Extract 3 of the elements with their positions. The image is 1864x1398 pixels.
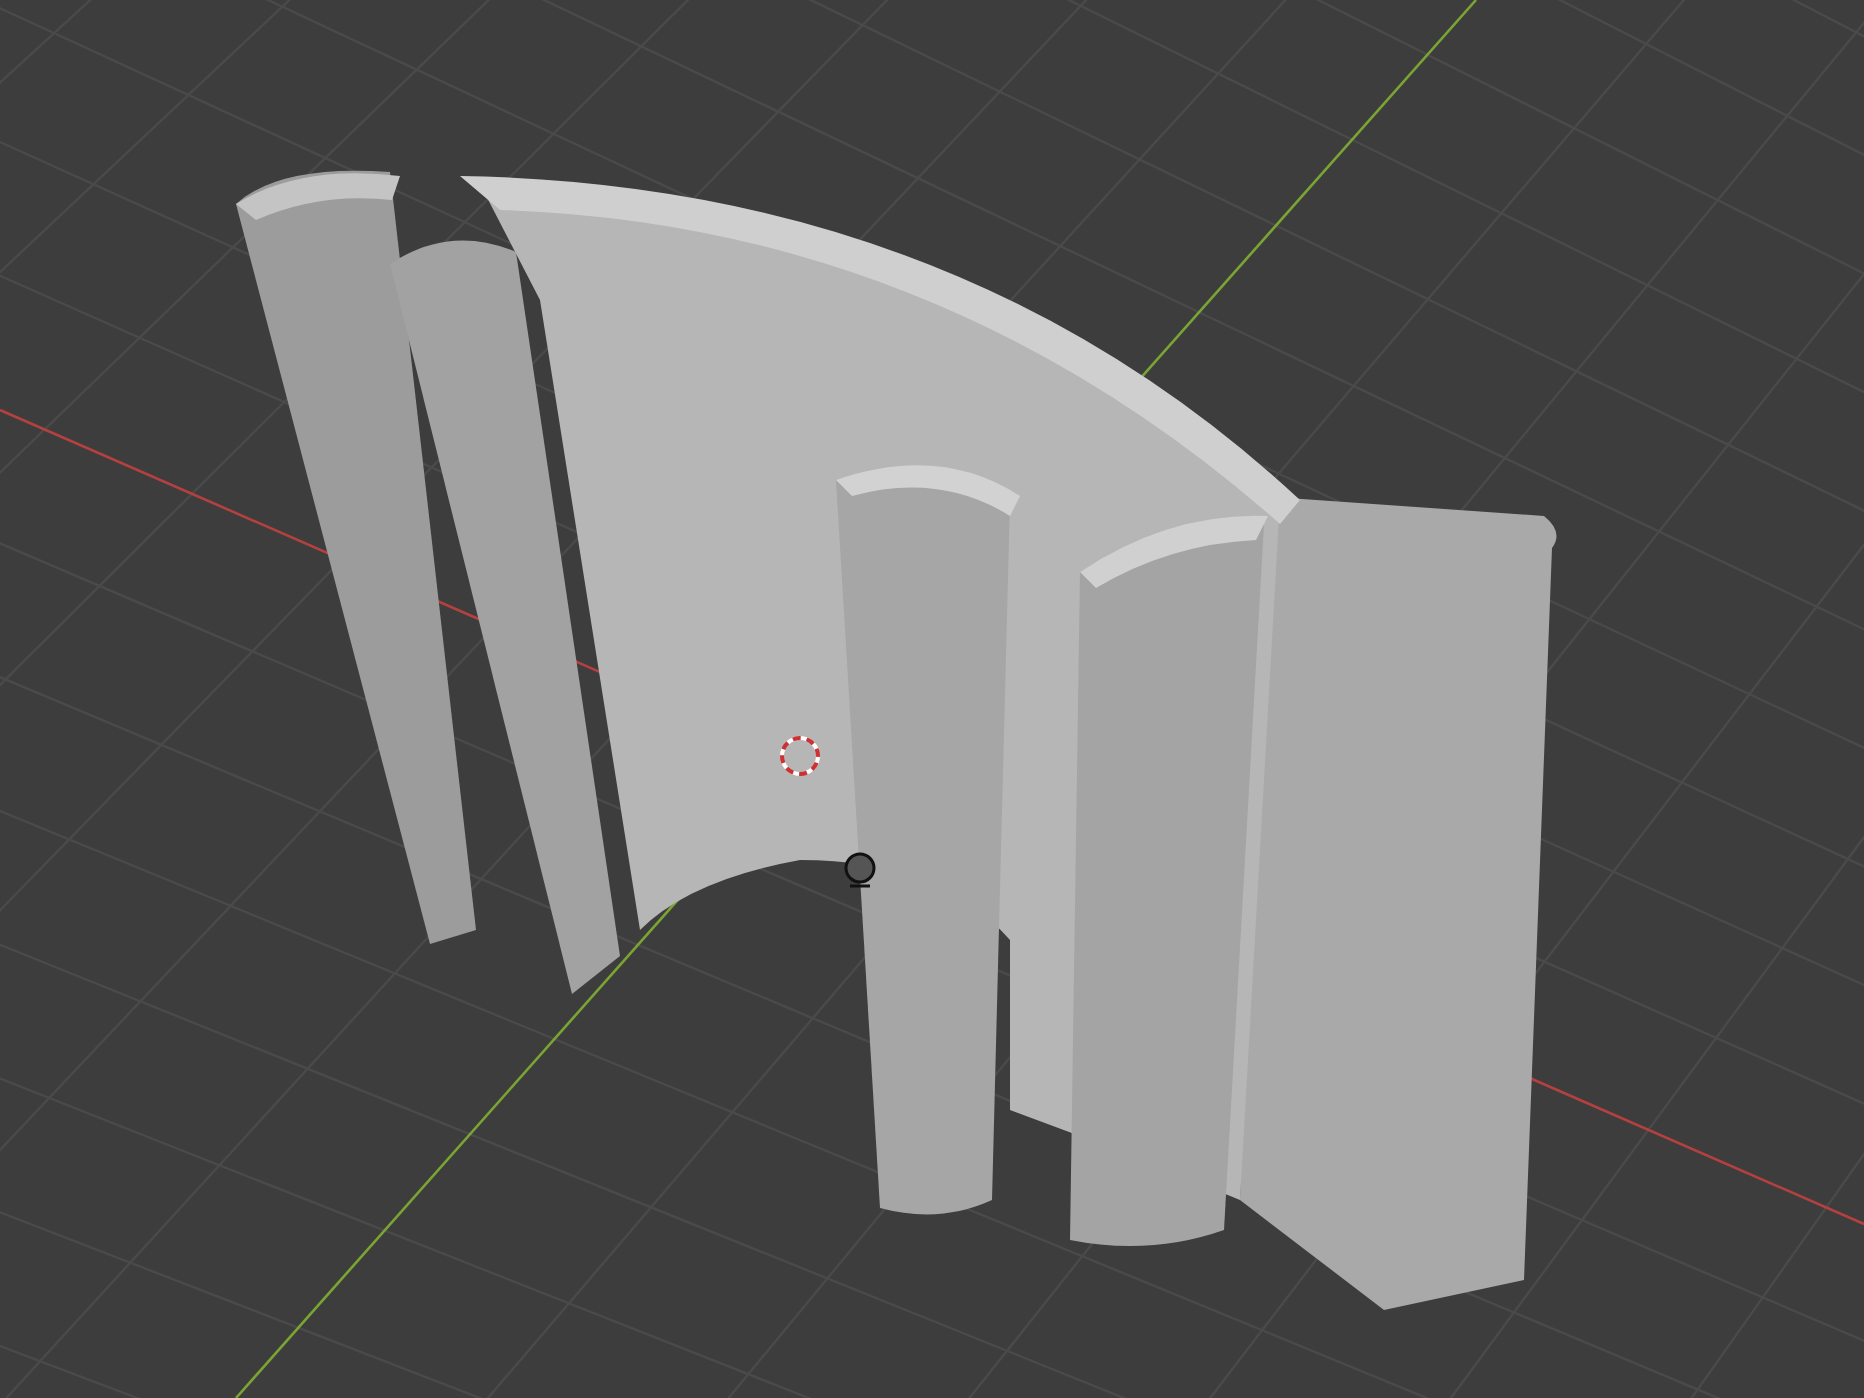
3d-cursor-icon[interactable] bbox=[780, 736, 820, 776]
3d-viewport[interactable] bbox=[0, 0, 1864, 1398]
light-icon[interactable] bbox=[844, 852, 876, 888]
